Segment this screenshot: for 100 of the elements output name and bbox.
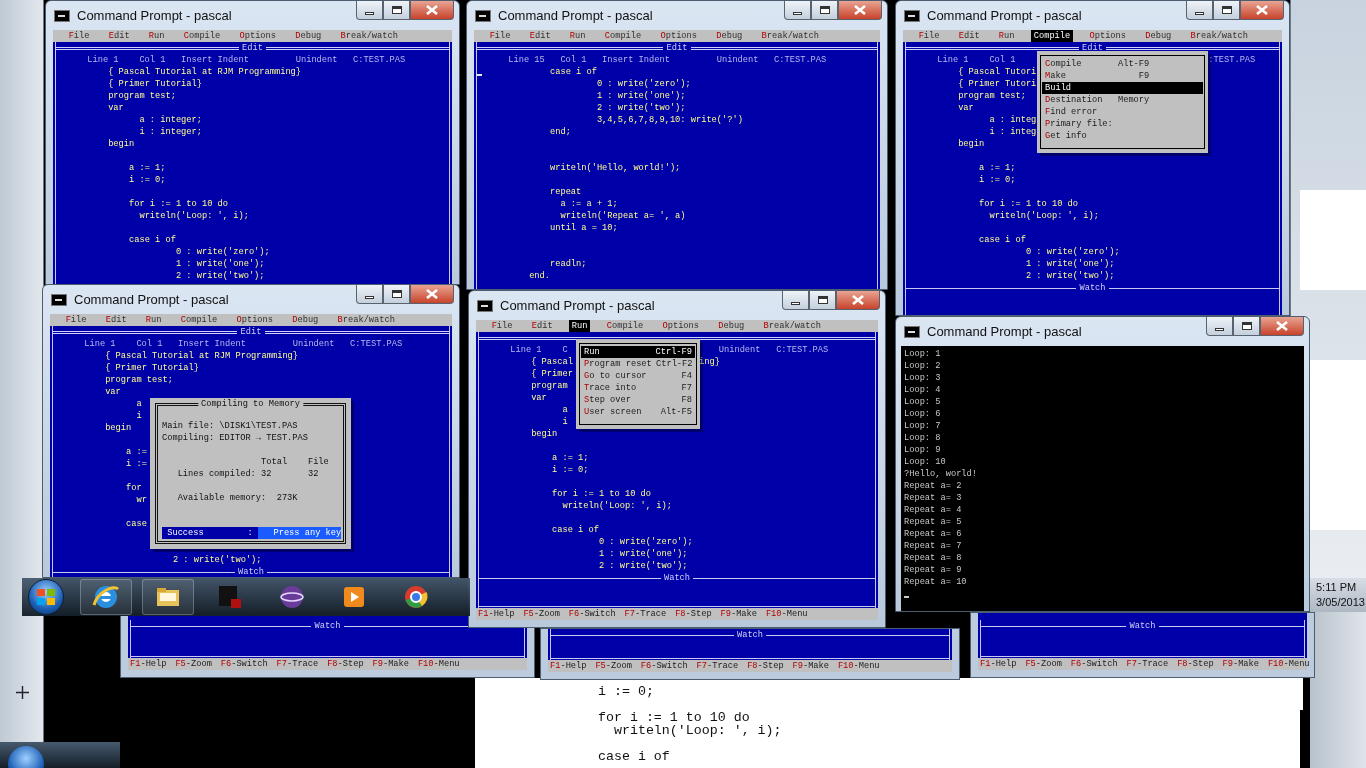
- menu-option[interactable]: Make F9: [1042, 70, 1203, 82]
- maximize-button[interactable]: [383, 285, 410, 304]
- menu-item[interactable]: File: [63, 314, 90, 326]
- code-line: var: [107, 103, 124, 113]
- minimize-button[interactable]: [356, 1, 383, 20]
- output-line: Repeat a= 9: [904, 565, 962, 575]
- menu-item[interactable]: Break/watch: [338, 30, 401, 42]
- menu-item[interactable]: Debug: [289, 314, 321, 326]
- shortcut-hint: F10-Menu: [837, 660, 880, 672]
- menu-item[interactable]: Options: [233, 314, 276, 326]
- close-button[interactable]: [410, 285, 454, 304]
- minimize-button[interactable]: [784, 1, 811, 20]
- menu-item[interactable]: Compile: [602, 30, 644, 42]
- maximize-button[interactable]: [1233, 317, 1260, 336]
- menu-option[interactable]: Get info: [1042, 130, 1203, 142]
- status-text: Insert: [178, 339, 210, 349]
- shortcut-hint: F9-Make: [792, 660, 829, 672]
- menu-option[interactable]: Primary file:: [1042, 118, 1203, 130]
- taskbar-button[interactable]: [142, 579, 194, 615]
- menu-item[interactable]: Debug: [292, 30, 324, 42]
- menu-option[interactable]: Program reset Ctrl-F2: [581, 358, 695, 370]
- code-line: writeln('Loop: ', i);: [561, 501, 672, 511]
- console-icon: [54, 9, 70, 22]
- output-line: Loop: 1: [904, 349, 941, 359]
- menu-item[interactable]: Run: [996, 30, 1018, 42]
- close-button[interactable]: [1240, 1, 1284, 20]
- menu-item[interactable]: File: [916, 30, 943, 42]
- menu-item[interactable]: Edit: [106, 30, 133, 42]
- code-line: i : integ: [988, 127, 1037, 137]
- menu-item[interactable]: Options: [657, 30, 700, 42]
- menu-item[interactable]: Break/watch: [1188, 30, 1251, 42]
- menu-item[interactable]: Options: [659, 320, 702, 332]
- menu-item[interactable]: Edit: [103, 314, 130, 326]
- menu-item[interactable]: Break/watch: [335, 314, 398, 326]
- menu-item[interactable]: Edit: [529, 320, 556, 332]
- menu-option[interactable]: Find error: [1042, 106, 1203, 118]
- code-line: a := 1;: [551, 453, 589, 463]
- menu-item[interactable]: Debug: [713, 30, 745, 42]
- menu-item[interactable]: Edit: [527, 30, 554, 42]
- code-line: i := 0;: [978, 175, 1016, 185]
- maximize-button[interactable]: [1213, 1, 1240, 20]
- menu-item[interactable]: Edit: [956, 30, 983, 42]
- menu-option[interactable]: User screen Alt-F5: [581, 406, 695, 418]
- code-line: 2 : write('two');: [171, 555, 262, 565]
- menu-item[interactable]: Debug: [715, 320, 747, 332]
- code-line: { Pascal Tutori: [957, 67, 1037, 77]
- output-line: Loop: 8: [904, 433, 941, 443]
- console-icon: [904, 325, 920, 338]
- menu-item[interactable]: Run: [567, 30, 589, 42]
- menu-item[interactable]: File: [66, 30, 93, 42]
- menu-item[interactable]: File: [489, 320, 516, 332]
- close-button[interactable]: [836, 291, 880, 310]
- minimize-button[interactable]: [1206, 317, 1233, 336]
- taskbar-button[interactable]: [80, 579, 132, 615]
- menu-item[interactable]: Break/watch: [761, 320, 824, 332]
- menu-item[interactable]: Options: [1086, 30, 1129, 42]
- minimize-button[interactable]: [356, 285, 383, 304]
- menu-item[interactable]: Debug: [1142, 30, 1174, 42]
- menu-option[interactable]: Go to cursor F4: [581, 370, 695, 382]
- menu-option[interactable]: Step over F8: [581, 394, 695, 406]
- code-line: program test;: [104, 375, 173, 385]
- maximize-icon: [1241, 322, 1252, 330]
- menu-item[interactable]: Run: [143, 314, 165, 326]
- close-button[interactable]: [838, 1, 882, 20]
- menu-item[interactable]: Run: [146, 30, 168, 42]
- menu-option[interactable]: Destination Memory: [1042, 94, 1203, 106]
- menu-option[interactable]: Build: [1042, 82, 1203, 94]
- window-title: Command Prompt - pascal: [500, 298, 655, 313]
- status-text: Col 1: [989, 55, 1016, 65]
- close-button[interactable]: [410, 1, 454, 20]
- code-line: 1 : write('one');: [174, 259, 265, 269]
- menu-item[interactable]: Compile: [178, 314, 220, 326]
- status-text: Insert: [181, 55, 213, 65]
- menu-item[interactable]: Run: [569, 320, 591, 332]
- start-button[interactable]: [28, 579, 64, 615]
- shortcut-hint: F10-Menu: [765, 608, 808, 620]
- status-text: Col 1: [139, 55, 166, 65]
- menu-item[interactable]: Compile: [181, 30, 223, 42]
- menu-option[interactable]: Trace into F7: [581, 382, 695, 394]
- shortcut-hint: F9-Make: [1222, 658, 1259, 670]
- close-button[interactable]: [1260, 317, 1304, 336]
- menu-item[interactable]: Break/watch: [759, 30, 822, 42]
- code-line: 1 : write('one');: [597, 549, 688, 559]
- menu-option[interactable]: Compile Alt-F9: [1042, 58, 1203, 70]
- maximize-button[interactable]: [809, 291, 836, 310]
- status-text: Insert: [602, 55, 634, 65]
- status-text: Unindent: [292, 339, 335, 349]
- menu-item[interactable]: Options: [236, 30, 279, 42]
- maximize-button[interactable]: [811, 1, 838, 20]
- status-text: Line 1: [87, 55, 119, 65]
- minimize-button[interactable]: [1186, 1, 1213, 20]
- minimize-button[interactable]: [782, 291, 809, 310]
- code-line: repeat: [549, 187, 582, 197]
- menu-item[interactable]: Compile: [1031, 30, 1073, 42]
- menu-option[interactable]: Run Ctrl-F9: [581, 346, 695, 358]
- code-line: 1 : write('one');: [595, 91, 686, 101]
- menu-item[interactable]: File: [487, 30, 514, 42]
- maximize-button[interactable]: [383, 1, 410, 20]
- menu-item[interactable]: Compile: [604, 320, 646, 332]
- console-icon: [475, 9, 491, 22]
